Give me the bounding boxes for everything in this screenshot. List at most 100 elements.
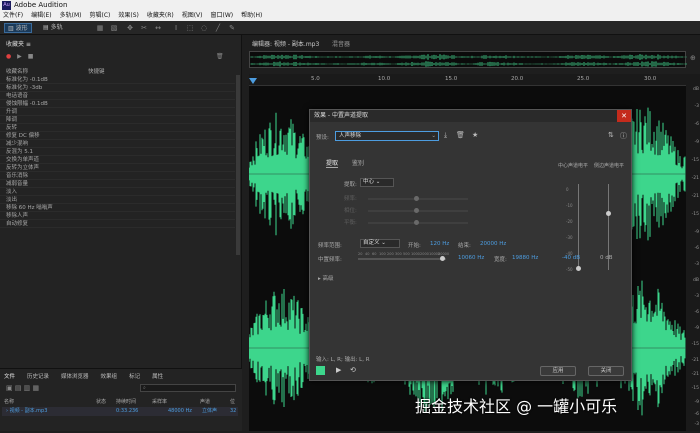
- file-name: › 视频 - 副本.mp3: [6, 408, 48, 414]
- preset-label: 预设:: [316, 135, 329, 141]
- menu-view[interactable]: 视图(V): [182, 11, 203, 21]
- list-item[interactable]: 反混为 5.1: [0, 148, 235, 156]
- list-item[interactable]: 移除 60 Hz 嗡嗡声: [0, 204, 235, 212]
- list-item[interactable]: 侵蚀限幅 -0.1dB: [0, 100, 235, 108]
- channel-map-icon[interactable]: ⇅: [608, 131, 614, 139]
- lasso-icon[interactable]: ◌: [200, 24, 208, 32]
- list-item[interactable]: 减弱音量: [0, 180, 235, 188]
- info-icon[interactable]: ⓘ: [620, 131, 627, 141]
- stop-icon[interactable]: ■: [28, 53, 34, 60]
- menu-favorites[interactable]: 收藏夹(R): [147, 11, 174, 21]
- list-item[interactable]: 移除人声: [0, 212, 235, 220]
- start-value[interactable]: 120 Hz: [430, 241, 449, 247]
- list-item[interactable]: 反转: [0, 124, 235, 132]
- db-tick: -6: [694, 310, 700, 315]
- list-item[interactable]: 电话语音: [0, 92, 235, 100]
- header-duration: 持续时间: [116, 399, 137, 405]
- time-ruler[interactable]: 5.0 10.0 15.0 20.0 25.0 30.0: [249, 74, 686, 86]
- center-freq-slider[interactable]: 20 40 60 100 200 300 500 1000 2000 10000…: [358, 252, 449, 261]
- slip-tool-icon[interactable]: ↔: [154, 24, 162, 32]
- zoom-icon[interactable]: ⊕: [690, 54, 696, 62]
- spectral-icon[interactable]: ▦: [96, 24, 104, 32]
- center-level-value[interactable]: -40 dB: [562, 255, 580, 261]
- center-freq-knob[interactable]: [440, 256, 445, 261]
- list-item[interactable]: 反转为立体声: [0, 164, 235, 172]
- waveform-label: 波形: [15, 25, 28, 32]
- file-search-input[interactable]: ⌕: [140, 384, 236, 392]
- marquee-icon[interactable]: ⬚: [186, 24, 194, 32]
- side-level-knob[interactable]: [606, 211, 611, 216]
- menu-window[interactable]: 窗口(W): [211, 11, 234, 21]
- end-value[interactable]: 20000 Hz: [480, 241, 506, 247]
- list-item[interactable]: 自动修复: [0, 220, 235, 228]
- list-item[interactable]: 降调: [0, 116, 235, 124]
- center-level-knob[interactable]: [576, 266, 581, 271]
- delete-preset-icon[interactable]: 🗑: [456, 131, 465, 139]
- list-item[interactable]: 交换为单声道: [0, 156, 235, 164]
- tab-history[interactable]: 历史记录: [27, 372, 49, 380]
- list-item[interactable]: 淡入: [0, 188, 235, 196]
- preset-select[interactable]: 人声移除 ⌄: [335, 131, 439, 141]
- apply-button[interactable]: 应用: [540, 366, 576, 376]
- playhead-marker[interactable]: [249, 78, 257, 84]
- move-tool-icon[interactable]: ✥: [126, 24, 134, 32]
- list-item[interactable]: 修复 DC 偏移: [0, 132, 235, 140]
- center-freq-value[interactable]: 10060 Hz: [458, 255, 484, 261]
- menu-help[interactable]: 帮助(H): [241, 11, 262, 21]
- menu-clip[interactable]: 剪辑(C): [89, 11, 110, 21]
- scale-tick: 300: [395, 252, 402, 256]
- side-level-value[interactable]: 0 dB: [600, 255, 613, 261]
- dialog-close-button[interactable]: ✕: [617, 110, 631, 122]
- tab-markers[interactable]: 标记: [129, 372, 140, 380]
- close-button[interactable]: 关闭: [588, 366, 624, 376]
- menu-multitrack[interactable]: 多轨(M): [60, 11, 82, 21]
- list-item[interactable]: 标准化为 -3db: [0, 84, 235, 92]
- menu-effects[interactable]: 效果(S): [118, 11, 139, 21]
- width-label: 宽度:: [494, 257, 507, 263]
- tab-media-browser[interactable]: 媒体浏览器: [61, 372, 89, 380]
- meter-tick: -10: [566, 203, 573, 208]
- record-icon[interactable]: ●: [6, 53, 11, 60]
- list-item[interactable]: 升调: [0, 108, 235, 116]
- list-item[interactable]: 减少混响: [0, 140, 235, 148]
- save-preset-icon[interactable]: ⤓: [444, 131, 447, 140]
- pitch-icon[interactable]: ▧: [110, 24, 118, 32]
- extract-select[interactable]: 中心 ⌄: [360, 178, 394, 187]
- preview-play-icon[interactable]: ▶: [336, 366, 341, 374]
- loop-icon[interactable]: ⟲: [350, 366, 356, 374]
- power-toggle[interactable]: [316, 366, 325, 375]
- tab-properties[interactable]: 属性: [152, 372, 163, 380]
- file-tools-icons[interactable]: ▣ ▤ ▥ ▦: [6, 384, 39, 392]
- play-icon[interactable]: ▶: [17, 53, 22, 60]
- tab-effects-rack[interactable]: 效果组: [101, 372, 118, 380]
- width-value[interactable]: 19880 Hz: [512, 255, 538, 261]
- waveform-overview[interactable]: [249, 51, 687, 68]
- freq-range-select[interactable]: 自定义 ⌄: [360, 239, 400, 248]
- multitrack-view-button[interactable]: ▤ 多轨: [40, 23, 66, 33]
- list-item[interactable]: 淡出: [0, 196, 235, 204]
- menu-edit[interactable]: 编辑(E): [31, 11, 51, 21]
- tab-distinguish[interactable]: 鉴别: [352, 158, 364, 167]
- favorite-star-icon[interactable]: ★: [472, 131, 478, 139]
- file-bits: 32: [230, 408, 237, 414]
- favorites-tab[interactable]: 收藏夹 ≡: [6, 39, 31, 48]
- menu-file[interactable]: 文件(F): [3, 11, 23, 21]
- list-item[interactable]: 音乐消除: [0, 172, 235, 180]
- start-label: 开始:: [408, 243, 421, 249]
- advanced-toggle[interactable]: ▸ 高级: [318, 274, 334, 282]
- dialog-title-bar[interactable]: 效果 - 中置声道提取: [310, 110, 631, 122]
- table-row[interactable]: › 视频 - 副本.mp3 0:33.236 48000 Hz 立体声 32: [2, 407, 238, 416]
- db-tick: -21: [691, 194, 699, 199]
- favorites-scrollbar[interactable]: [236, 75, 240, 255]
- tab-mixer[interactable]: 混音器: [332, 39, 350, 48]
- list-item[interactable]: 标准化为 -0.1dB: [0, 76, 235, 84]
- razor-tool-icon[interactable]: ✂: [140, 24, 148, 32]
- brush-icon[interactable]: ╱: [214, 24, 222, 32]
- tab-files[interactable]: 文件: [4, 372, 15, 380]
- delete-icon[interactable]: 🗑: [216, 53, 224, 60]
- waveform-view-button[interactable]: ▥ 波形: [4, 23, 32, 33]
- spot-heal-icon[interactable]: ✎: [228, 24, 236, 32]
- time-selection-icon[interactable]: I: [172, 24, 180, 32]
- tab-editor[interactable]: 编辑器: 视频 - 副本.mp3: [252, 39, 319, 48]
- tab-extract[interactable]: 提取: [326, 158, 339, 168]
